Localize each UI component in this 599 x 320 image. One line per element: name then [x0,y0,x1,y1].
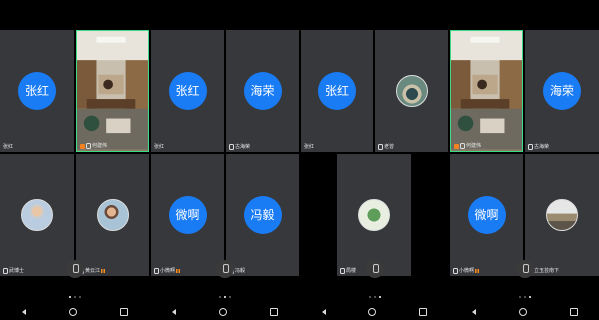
host-icon [80,143,85,149]
participant-avatar: 海荣 [543,72,581,110]
home-icon[interactable] [368,308,377,316]
participant-avatar: 冯毅 [243,196,282,234]
participant-tile[interactable]: 老曾 [375,30,448,152]
bottom-bar [301,260,448,320]
mic-icon [378,144,383,150]
participant-video-tile[interactable]: 何建伟 [76,30,149,152]
participant-avatar: 微啊 [168,196,207,234]
participant-tile[interactable]: 冯毅 冯毅 [226,154,299,276]
participant-tile[interactable]: 局楼 [337,154,411,276]
host-icon [454,143,459,149]
person-avatar-icon [96,199,129,231]
mic-icon [154,268,159,274]
participant-tile[interactable]: 张红 张红 [151,30,224,152]
back-icon[interactable] [172,309,177,315]
phone-screen-2: 张红 张红 海荣 古海荣 微啊 小微啊 冯毅 冯毅 [151,0,299,320]
bottom-bar [450,260,599,320]
participant-video-tile[interactable]: 何建伟 [450,30,523,152]
participant-name: 何建伟 [466,143,482,149]
back-icon[interactable] [21,309,26,315]
page-indicator [518,296,531,298]
back-icon[interactable] [322,309,327,315]
bottom-bar [0,260,149,320]
android-nav-bar [151,304,299,320]
mic-icon [528,144,533,150]
participant-name: 立玉芸南下 [534,268,560,274]
participant-tile[interactable]: 微啊 小微啊 [450,154,523,276]
participant-name: 老曾 [384,144,395,150]
participant-tile[interactable]: 海荣 古海荣 [226,30,299,152]
recent-apps-icon[interactable] [119,308,128,316]
mic-icon [453,268,458,274]
participant-name: 张红 [3,144,14,150]
page-indicator [219,296,231,298]
android-nav-bar [0,304,149,320]
participant-tile[interactable]: 立玉芸南下 [525,154,599,276]
participant-name: 黄云江 [85,268,101,274]
participant-name: 小微啊 [459,268,475,274]
participant-tile[interactable]: 武博士 [0,154,74,276]
landscape-avatar-icon [546,199,578,231]
participant-avatar: 张红 [18,72,56,110]
participant-name: 古海荣 [235,144,251,150]
page-indicator [68,296,81,298]
mic-icon [86,143,91,149]
home-icon[interactable] [68,308,77,316]
recent-apps-icon[interactable] [569,308,578,316]
mic-button[interactable] [65,260,84,278]
participant-avatar: 张红 [318,72,356,110]
back-icon[interactable] [471,309,476,315]
mic-icon [460,143,465,149]
mic-button[interactable] [365,260,384,278]
participant-avatar: 张红 [168,72,207,110]
signal-icon [475,269,480,273]
home-icon[interactable] [518,308,527,316]
participant-name: 张红 [154,144,165,150]
participant-tile[interactable]: 海荣 古海荣 [525,30,599,152]
android-nav-bar [450,304,599,320]
participant-name: 武博士 [9,268,25,274]
recent-apps-icon[interactable] [269,308,278,316]
wave-art-avatar-icon [395,75,428,107]
person-avatar-icon [21,199,53,231]
participant-name: 古海荣 [534,144,550,150]
recent-apps-icon[interactable] [418,308,427,316]
video-feed-image [451,31,522,150]
mic-icon [340,268,345,274]
phone-screen-3: 张红 张红 老曾 局楼 [301,0,448,320]
participant-tile[interactable]: 微啊 小微啊 [151,154,224,276]
mic-button[interactable] [216,260,234,278]
signal-icon [176,269,181,273]
participant-avatar: 海荣 [243,72,282,110]
participant-avatar: 微啊 [467,196,506,234]
signal-icon [101,269,106,273]
participant-tile[interactable]: 黄云江 [76,154,149,276]
participant-tile[interactable]: 张红 张红 [0,30,74,152]
bottom-bar [151,260,299,320]
phone-screen-4: 何建伟 海荣 古海荣 微啊 小微啊 立玉芸南下 [450,0,599,320]
participant-tile[interactable]: 张红 张红 [301,30,373,152]
mic-button[interactable] [515,260,534,278]
participant-name: 张红 [304,144,315,150]
participant-name: 冯毅 [235,268,246,274]
android-nav-bar [301,304,448,320]
mic-icon [3,268,8,274]
participant-name: 局楼 [346,268,357,274]
home-icon[interactable] [218,308,227,316]
mic-icon [229,144,234,150]
video-feed-image [77,31,148,150]
participant-name: 何建伟 [92,143,108,149]
page-indicator [368,296,381,298]
bamboo-art-avatar-icon [358,199,390,231]
phone-screen-1: 张红 张红 何建伟 武博士 黄云江 [0,0,149,320]
participant-name: 小微啊 [160,268,176,274]
